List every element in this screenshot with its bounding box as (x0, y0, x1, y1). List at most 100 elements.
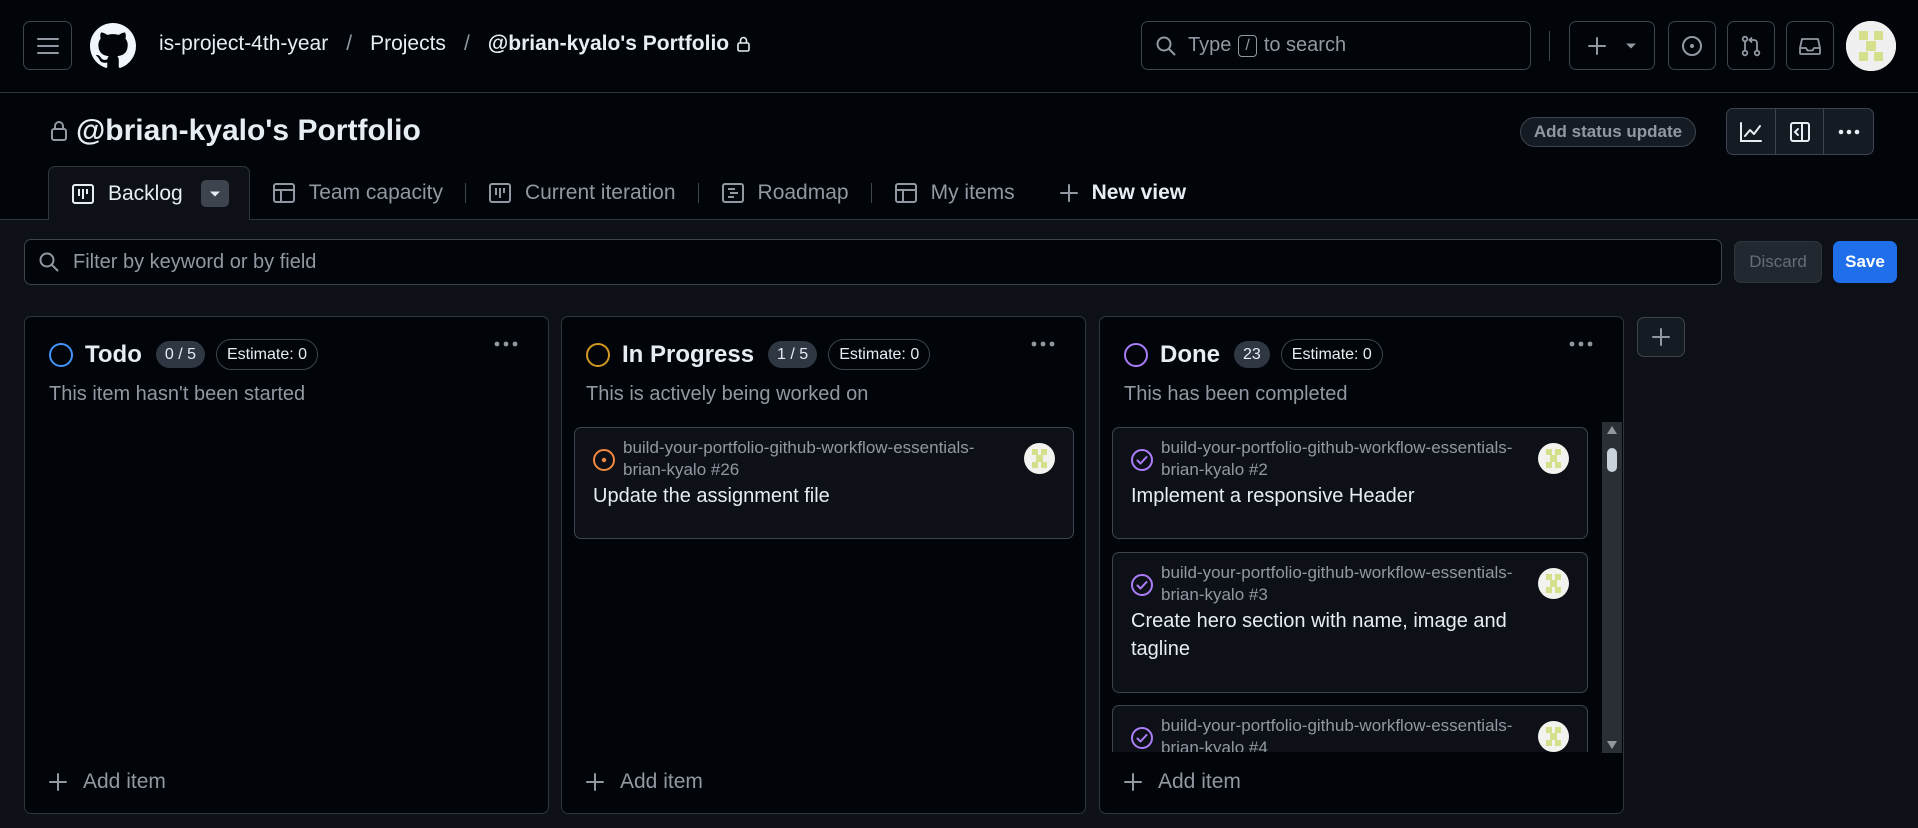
caret-down-icon (209, 191, 220, 196)
column-todo: Todo 0 / 5 Estimate: 0 This item hasn't … (24, 316, 549, 814)
tab-roadmap[interactable]: Roadmap (699, 166, 871, 220)
tab-label: Roadmap (757, 181, 849, 204)
user-avatar[interactable] (1846, 21, 1896, 71)
scroll-up-arrow-icon (1607, 426, 1617, 434)
create-new-button[interactable] (1569, 21, 1655, 70)
tab-backlog[interactable]: Backlog (48, 166, 250, 220)
column-description: This has been completed (1124, 383, 1348, 405)
add-status-update-button[interactable]: Add status update (1520, 117, 1696, 147)
card-title[interactable]: Update the assignment file (593, 482, 1033, 510)
search-input[interactable]: Type / to search (1141, 21, 1531, 70)
plus-icon (1588, 36, 1606, 55)
sidebar-expand-icon (1789, 121, 1810, 142)
issue-card[interactable]: build-your-portfolio-github-workflow-ess… (1112, 552, 1588, 693)
search-shortcut-key: / (1238, 34, 1257, 57)
plus-icon (1652, 328, 1670, 346)
table-icon (272, 182, 296, 204)
hamburger-icon (36, 37, 59, 54)
project-title-text: @brian-kyalo's Portfolio (76, 114, 421, 147)
issue-opened-icon (1682, 35, 1702, 56)
column-menu-button[interactable] (1031, 341, 1055, 347)
column-cards-scroll[interactable]: build-your-portfolio-github-workflow-ess… (1100, 417, 1625, 752)
column-header: Todo 0 / 5 Estimate: 0 (49, 339, 319, 370)
save-button[interactable]: Save (1833, 241, 1897, 283)
column-menu-button[interactable] (494, 341, 518, 347)
issue-opened-icon (592, 448, 616, 472)
add-item-button[interactable]: Add item (1124, 770, 1241, 794)
tab-my-items[interactable]: My items (872, 166, 1037, 220)
breadcrumb-projects-link[interactable]: Projects (370, 32, 446, 56)
discard-button[interactable]: Discard (1734, 241, 1822, 283)
view-options-button[interactable] (200, 180, 229, 207)
plus-icon (49, 773, 67, 791)
kebab-horizontal-icon (494, 341, 518, 347)
column-name: Done (1160, 340, 1220, 368)
search-prefix: Type (1188, 34, 1232, 56)
tab-team-capacity[interactable]: Team capacity (250, 166, 465, 220)
add-item-button[interactable]: Add item (586, 770, 703, 794)
plus-icon (586, 773, 604, 791)
graph-icon (1739, 121, 1762, 142)
column-header: In Progress 1 / 5 Estimate: 0 (586, 339, 931, 370)
item-count-badge: 23 (1234, 341, 1270, 368)
insights-button[interactable] (1727, 109, 1776, 154)
tab-label: Backlog (108, 181, 183, 205)
identicon-icon (1546, 449, 1561, 468)
header-divider (1549, 31, 1550, 61)
add-item-label: Add item (1158, 770, 1241, 793)
issue-card[interactable]: build-your-portfolio-github-workflow-ess… (1112, 427, 1588, 539)
breadcrumb-project-link[interactable]: @brian-kyalo's Portfolio (488, 32, 729, 56)
issues-button[interactable] (1668, 21, 1716, 70)
issue-closed-icon (1130, 726, 1154, 750)
github-logo-icon[interactable] (90, 23, 136, 69)
item-count-badge: 0 / 5 (155, 341, 205, 368)
column-scrollbar[interactable] (1602, 422, 1622, 753)
project-title: @brian-kyalo's Portfolio (50, 114, 421, 148)
column-name: In Progress (622, 340, 755, 368)
filter-input[interactable]: Filter by keyword or by field (24, 239, 1722, 285)
add-item-button[interactable]: Add item (49, 770, 166, 794)
identicon-icon (1846, 21, 1896, 71)
card-repo[interactable]: build-your-portfolio-github-workflow-ess… (1161, 562, 1531, 606)
card-title[interactable]: Implement a responsive Header (1131, 482, 1571, 510)
card-repo[interactable]: build-your-portfolio-github-workflow-ess… (1161, 715, 1531, 752)
card-title[interactable]: Create hero section with name, image and… (1131, 607, 1561, 663)
add-column-button[interactable] (1637, 317, 1685, 357)
assignee-avatar[interactable] (1538, 721, 1569, 752)
assignee-avatar[interactable] (1024, 443, 1055, 474)
kebab-horizontal-icon (1569, 341, 1593, 347)
project-more-button[interactable] (1824, 109, 1873, 154)
issue-card[interactable]: build-your-portfolio-github-workflow-ess… (574, 427, 1074, 539)
filter-placeholder: Filter by keyword or by field (73, 250, 317, 273)
status-circle-icon (49, 342, 73, 367)
table-icon (894, 182, 918, 204)
identicon-icon (1546, 574, 1561, 593)
card-repo[interactable]: build-your-portfolio-github-workflow-ess… (623, 437, 993, 481)
column-done: Done 23 Estimate: 0 This has been comple… (1099, 316, 1624, 814)
assignee-avatar[interactable] (1538, 443, 1569, 474)
column-header: Done 23 Estimate: 0 (1124, 339, 1383, 370)
caret-down-icon (1626, 43, 1636, 48)
tab-current-iteration[interactable]: Current iteration (466, 166, 698, 220)
add-item-label: Add item (83, 770, 166, 793)
git-pull-request-icon (1741, 35, 1761, 56)
estimate-badge: Estimate: 0 (1280, 339, 1383, 370)
issue-card[interactable]: build-your-portfolio-github-workflow-ess… (1112, 705, 1588, 752)
column-name: Todo (85, 340, 142, 368)
breadcrumb-org-link[interactable]: is-project-4th-year (159, 32, 328, 56)
project-details-button[interactable] (1776, 109, 1825, 154)
pull-requests-button[interactable] (1727, 21, 1775, 70)
column-menu-button[interactable] (1569, 341, 1593, 347)
roadmap-icon (721, 182, 745, 204)
board-icon (71, 183, 95, 205)
scrollbar-thumb[interactable] (1607, 448, 1617, 472)
project-actions (1726, 108, 1874, 155)
inbox-button[interactable] (1786, 21, 1834, 70)
search-suffix: to search (1263, 34, 1347, 56)
assignee-avatar[interactable] (1538, 568, 1569, 599)
estimate-badge: Estimate: 0 (828, 339, 931, 370)
menu-button[interactable] (23, 21, 72, 70)
plus-icon (1059, 183, 1079, 203)
new-view-button[interactable]: New view (1037, 166, 1209, 220)
card-repo[interactable]: build-your-portfolio-github-workflow-ess… (1161, 437, 1531, 481)
